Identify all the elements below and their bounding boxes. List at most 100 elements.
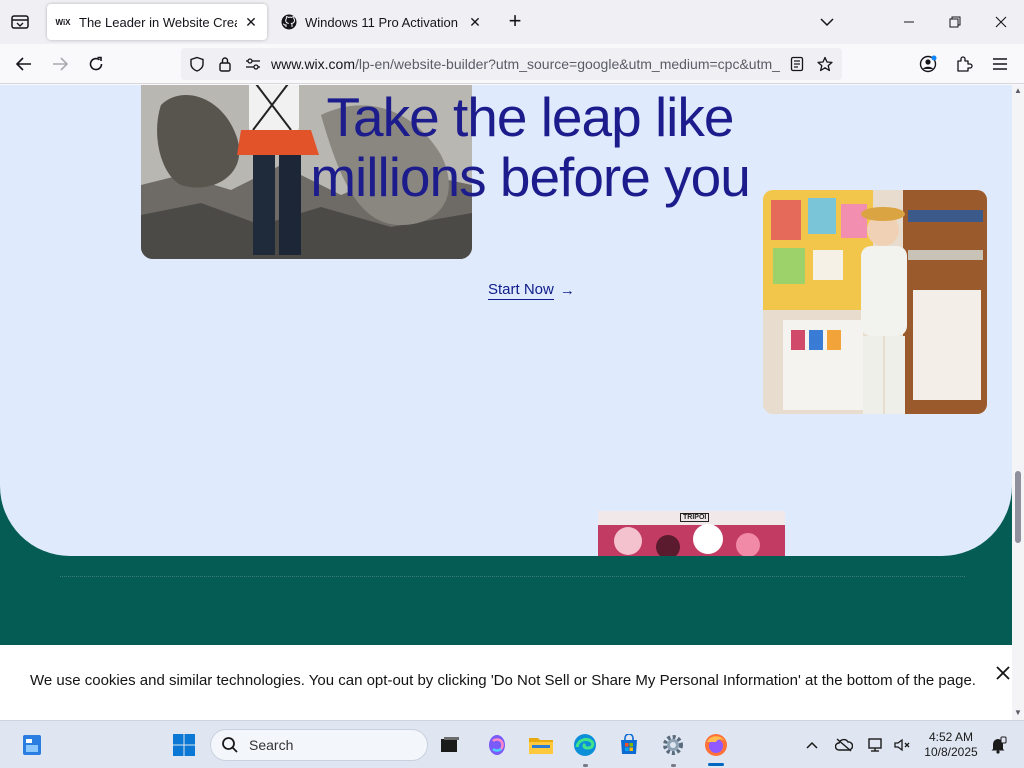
tab-list-icon — [11, 15, 29, 29]
tab-wix[interactable]: WiX The Leader in Website Creation ✕ — [47, 4, 267, 40]
tab-list-button[interactable] — [8, 10, 32, 34]
search-icon — [222, 737, 238, 753]
edge-browser-button[interactable] — [571, 731, 599, 759]
reader-view-button[interactable] — [787, 54, 807, 74]
running-app-indicator — [583, 764, 588, 767]
active-app-indicator — [708, 763, 724, 766]
close-icon — [995, 16, 1007, 28]
permissions-icon[interactable] — [243, 54, 263, 74]
hamburger-icon — [993, 58, 1007, 70]
tab-title: Windows 11 Pro Activation · Gi — [305, 14, 461, 30]
show-hidden-icons-button[interactable] — [802, 735, 822, 755]
hero-headline: Take the leap like millions before you — [310, 86, 751, 208]
tracking-protection-icon[interactable] — [187, 54, 207, 74]
reload-icon — [89, 56, 103, 71]
footer-divider — [60, 576, 965, 577]
puzzle-icon — [957, 56, 973, 72]
wix-logo-icon: WiX — [55, 17, 71, 27]
settings-button[interactable] — [659, 731, 687, 759]
bookmark-star-button[interactable] — [815, 54, 835, 74]
network-icon — [868, 738, 882, 752]
windows-logo-icon — [173, 734, 195, 756]
restore-icon — [949, 16, 961, 28]
firefox-button[interactable] — [702, 731, 730, 759]
scroll-down-arrow[interactable]: ▼ — [1014, 709, 1022, 717]
windows-taskbar: Search 4:52 AM 10/8/2025 — [0, 720, 1024, 768]
gear-icon — [663, 735, 683, 755]
url-path: /lp-en/website-builder?utm_source=google… — [355, 56, 780, 72]
start-now-label: Start Now — [488, 281, 554, 300]
microsoft-store-button[interactable] — [615, 731, 643, 759]
close-tab-button[interactable]: ✕ — [243, 14, 259, 30]
cookie-close-button[interactable] — [993, 663, 1013, 683]
chevron-down-icon — [820, 18, 834, 27]
copilot-icon — [489, 735, 505, 755]
cloud-offline-icon — [835, 738, 853, 752]
scroll-up-arrow[interactable]: ▲ — [1014, 87, 1022, 95]
account-icon — [919, 55, 937, 73]
start-now-link[interactable]: Start Now → — [488, 281, 575, 300]
web-page: Take the leap like millions before you S… — [0, 85, 1012, 720]
back-button[interactable] — [10, 50, 38, 78]
restore-button[interactable] — [932, 0, 978, 44]
reload-button[interactable] — [82, 50, 110, 78]
star-icon — [817, 56, 833, 72]
bell-icon — [991, 736, 1007, 754]
tab-title: The Leader in Website Creation — [79, 14, 237, 30]
new-tab-button[interactable]: + — [503, 10, 527, 34]
onedrive-button[interactable] — [834, 735, 854, 755]
navigation-toolbar: www.wix.com/lp-en/website-builder?utm_so… — [0, 44, 1024, 84]
search-placeholder: Search — [249, 737, 294, 753]
hero-section: Take the leap like millions before you S… — [0, 85, 1012, 556]
notifications-button[interactable] — [988, 735, 1008, 755]
arrow-right-icon: → — [559, 282, 575, 299]
clock-time: 4:52 AM — [928, 730, 974, 744]
scrollbar-thumb[interactable] — [1015, 471, 1021, 543]
tab-github[interactable]: Windows 11 Pro Activation · Gi ✕ — [273, 4, 491, 40]
cookie-banner-text: We use cookies and similar technologies.… — [30, 672, 976, 689]
tab-strip: WiX The Leader in Website Creation ✕ Win… — [0, 0, 1024, 44]
lock-icon[interactable] — [215, 54, 235, 74]
page-scrollbar[interactable]: ▲ ▼ — [1012, 85, 1024, 720]
url-text[interactable]: www.wix.com/lp-en/website-builder?utm_so… — [271, 56, 781, 72]
volume-button[interactable] — [892, 735, 912, 755]
task-view-button[interactable] — [436, 731, 464, 759]
forward-button[interactable] — [46, 50, 74, 78]
shop-owner-photo — [763, 190, 987, 414]
cookie-banner: We use cookies and similar technologies.… — [0, 645, 1012, 720]
clock-date: 10/8/2025 — [924, 745, 978, 759]
website-preview-image: TRIPOI — [598, 511, 785, 556]
minimize-button[interactable] — [886, 0, 932, 44]
copilot-button[interactable] — [483, 731, 511, 759]
account-button[interactable] — [914, 50, 942, 78]
minimize-icon — [904, 21, 914, 23]
close-icon — [996, 666, 1010, 680]
github-icon — [281, 14, 297, 30]
url-bar[interactable]: www.wix.com/lp-en/website-builder?utm_so… — [181, 48, 842, 80]
close-window-button[interactable] — [978, 0, 1024, 44]
start-button[interactable] — [170, 731, 198, 759]
store-icon — [621, 734, 637, 754]
preview-brand-label: TRIPOI — [680, 513, 710, 522]
list-all-tabs-button[interactable] — [815, 10, 839, 34]
url-domain: www.wix.com — [271, 56, 356, 72]
chevron-up-icon — [806, 741, 818, 749]
folder-icon — [529, 738, 553, 754]
task-view-icon — [441, 737, 459, 752]
widgets-button[interactable] — [18, 731, 46, 759]
menu-button[interactable] — [986, 50, 1014, 78]
taskbar-search-box[interactable]: Search — [210, 729, 428, 761]
extensions-button[interactable] — [950, 50, 978, 78]
taskbar-clock[interactable]: 4:52 AM 10/8/2025 — [918, 730, 984, 760]
arrow-right-icon — [53, 57, 69, 71]
close-tab-button[interactable]: ✕ — [467, 14, 483, 30]
widgets-icon — [23, 735, 41, 755]
browser-window: WiX The Leader in Website Creation ✕ Win… — [0, 0, 1024, 720]
edge-icon — [574, 734, 596, 756]
arrow-left-icon — [15, 57, 31, 71]
running-app-indicator — [671, 764, 676, 767]
file-explorer-button[interactable] — [527, 731, 555, 759]
reader-view-icon — [790, 56, 804, 72]
network-button[interactable] — [866, 735, 886, 755]
speaker-muted-icon — [894, 738, 910, 752]
